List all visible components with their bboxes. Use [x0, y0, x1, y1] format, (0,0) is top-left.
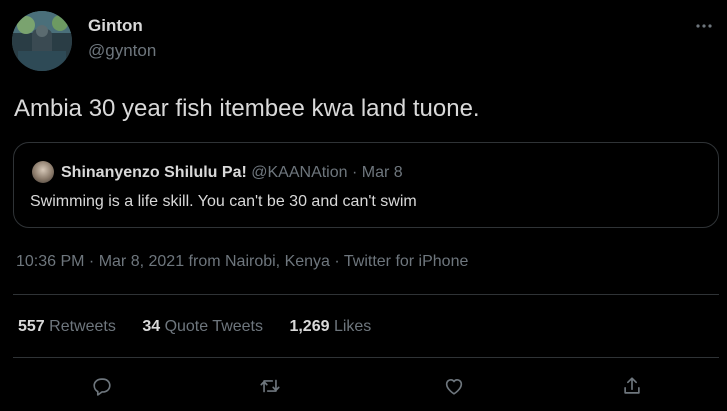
- like-icon[interactable]: [440, 372, 468, 400]
- meta-separator: ·: [84, 253, 99, 270]
- quote-tweets-count: 34: [142, 318, 161, 335]
- retweet-icon[interactable]: [256, 372, 284, 400]
- quoted-author-avatar: [32, 161, 54, 183]
- tweet-date[interactable]: Mar 8, 2021: [99, 253, 184, 270]
- quoted-tweet-text: Swimming is a life skill. You can't be 3…: [30, 193, 417, 210]
- divider: [13, 357, 719, 358]
- divider: [13, 294, 719, 295]
- quoted-author-name: Shinanyenzo Shilulu Pa!: [61, 164, 247, 181]
- quote-tweets-stat[interactable]: 34 Quote Tweets: [142, 318, 263, 336]
- tweet-meta: 10:36 PM · Mar 8, 2021 from Nairobi, Ken…: [16, 253, 468, 271]
- tweet-stats: 557 Retweets 34 Quote Tweets 1,269 Likes: [18, 318, 393, 336]
- more-horizontal-icon[interactable]: [695, 16, 713, 34]
- retweets-count: 557: [18, 318, 45, 335]
- likes-count: 1,269: [289, 318, 330, 335]
- tweet-location[interactable]: from Nairobi, Kenya: [189, 253, 330, 270]
- quoted-date: Mar 8: [361, 164, 403, 181]
- likes-stat[interactable]: 1,269 Likes: [289, 318, 371, 336]
- tweet-text: Ambia 30 year fish itembee kwa land tuon…: [14, 95, 480, 122]
- tweet: Ginton @gynton Ambia 30 year fish itembe…: [0, 0, 727, 411]
- quoted-tweet-header: Shinanyenzo Shilulu Pa! @KAANAtion · Mar…: [61, 164, 403, 182]
- quote-tweets-label: Quote Tweets: [164, 318, 263, 335]
- reply-icon[interactable]: [88, 372, 116, 400]
- author-handle[interactable]: @gynton: [88, 41, 156, 61]
- meta-separator: ·: [329, 253, 344, 270]
- author-name[interactable]: Ginton: [88, 16, 143, 36]
- tweet-source[interactable]: Twitter for iPhone: [344, 253, 469, 270]
- retweets-stat[interactable]: 557 Retweets: [18, 318, 116, 336]
- retweets-label: Retweets: [49, 318, 116, 335]
- tweet-time[interactable]: 10:36 PM: [16, 253, 84, 270]
- likes-label: Likes: [333, 318, 372, 335]
- quoted-separator: ·: [347, 164, 362, 181]
- avatar-image: [12, 11, 72, 71]
- share-icon[interactable]: [618, 372, 646, 400]
- quoted-tweet[interactable]: Shinanyenzo Shilulu Pa! @KAANAtion · Mar…: [13, 142, 719, 228]
- quoted-author-handle: @KAANAtion: [251, 164, 348, 181]
- author-avatar[interactable]: [12, 11, 72, 71]
